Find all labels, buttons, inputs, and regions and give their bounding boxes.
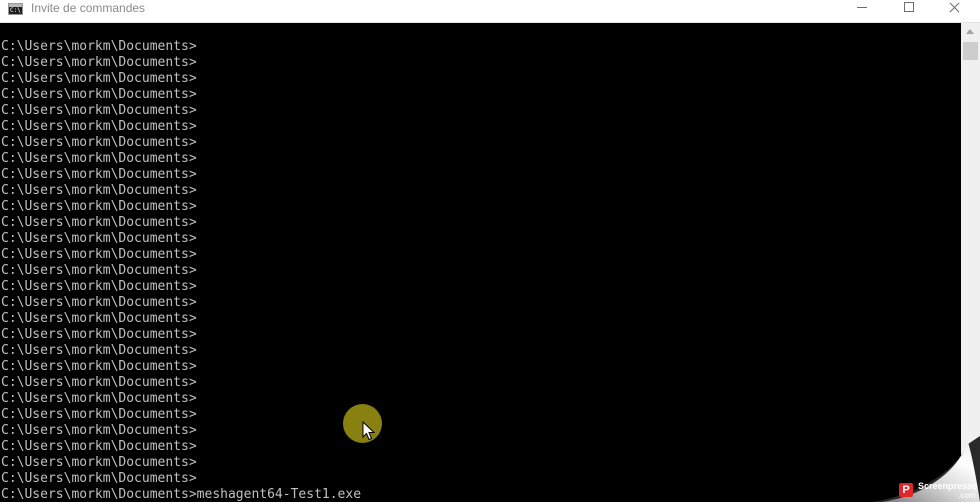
console-line: C:\Users\morkm\Documents> [1, 423, 197, 438]
console-line: C:\Users\morkm\Documents> [1, 471, 197, 486]
console-line: C:\Users\morkm\Documents> [1, 407, 197, 422]
console-line: C:\Users\morkm\Documents> [1, 279, 197, 294]
cmd-icon-glyph: C:\ [10, 7, 21, 14]
console-line: C:\Users\morkm\Documents> [1, 263, 197, 278]
command-prompt-window: C:\ Invite de commandes C:\Users\morkm\D… [0, 0, 980, 502]
console-line: C:\Users\morkm\Documents> [1, 247, 197, 262]
console-line: C:\Users\morkm\Documents> [1, 103, 197, 118]
scroll-thumb[interactable] [963, 42, 978, 60]
console-line: C:\Users\morkm\Documents> [1, 311, 197, 326]
console-line: C:\Users\morkm\Documents> [1, 439, 197, 454]
window-title: Invite de commandes [31, 1, 146, 15]
console-line: C:\Users\morkm\Documents> [1, 327, 197, 342]
watermark-brand: Screenpresso [918, 481, 978, 491]
console-line: C:\Users\morkm\Documents> [1, 183, 197, 198]
console-line: C:\Users\morkm\Documents> [1, 231, 197, 246]
screenpresso-logo: P [899, 483, 913, 497]
console-line: C:\Users\morkm\Documents> [1, 55, 197, 70]
console-line: C:\Users\morkm\Documents> [1, 391, 197, 406]
console-line: C:\Users\morkm\Documents> [1, 135, 197, 150]
scroll-up-arrow-icon[interactable] [966, 29, 974, 34]
vertical-scrollbar[interactable] [961, 23, 980, 502]
watermark-text: Screenpresso .com [918, 481, 978, 501]
close-icon[interactable] [932, 0, 978, 18]
console-line: C:\Users\morkm\Documents> [1, 167, 197, 182]
console-line: C:\Users\morkm\Documents> [1, 119, 197, 134]
cmd-app-icon[interactable]: C:\ [8, 3, 23, 15]
console-line: C:\Users\morkm\Documents> [1, 343, 197, 358]
console-line: C:\Users\morkm\Documents> [1, 359, 197, 374]
console-line: C:\Users\morkm\Documents>meshagent64-Tes… [1, 487, 362, 502]
console-line: C:\Users\morkm\Documents> [1, 71, 197, 86]
screenpresso-watermark: P Screenpresso .com [872, 436, 980, 502]
mouse-pointer-icon [362, 421, 376, 441]
console-line: C:\Users\morkm\Documents> [1, 455, 197, 470]
console-output[interactable]: C:\Users\morkm\Documents> C:\Users\morkm\… [1, 39, 956, 502]
watermark-domain: .com [958, 491, 976, 500]
console-line: C:\Users\morkm\Documents> [1, 87, 197, 102]
console-line: C:\Users\morkm\Documents> [1, 215, 197, 230]
maximize-icon[interactable] [886, 0, 932, 18]
console-line: C:\Users\morkm\Documents> [1, 375, 197, 390]
console-line: C:\Users\morkm\Documents> [1, 295, 197, 310]
console-line: C:\Users\morkm\Documents> [1, 151, 197, 166]
console-line: C:\Users\morkm\Documents> [1, 199, 197, 214]
minimize-icon[interactable] [838, 0, 884, 18]
console-line: C:\Users\morkm\Documents> [1, 39, 197, 54]
title-bar[interactable]: C:\ Invite de commandes [0, 0, 980, 23]
